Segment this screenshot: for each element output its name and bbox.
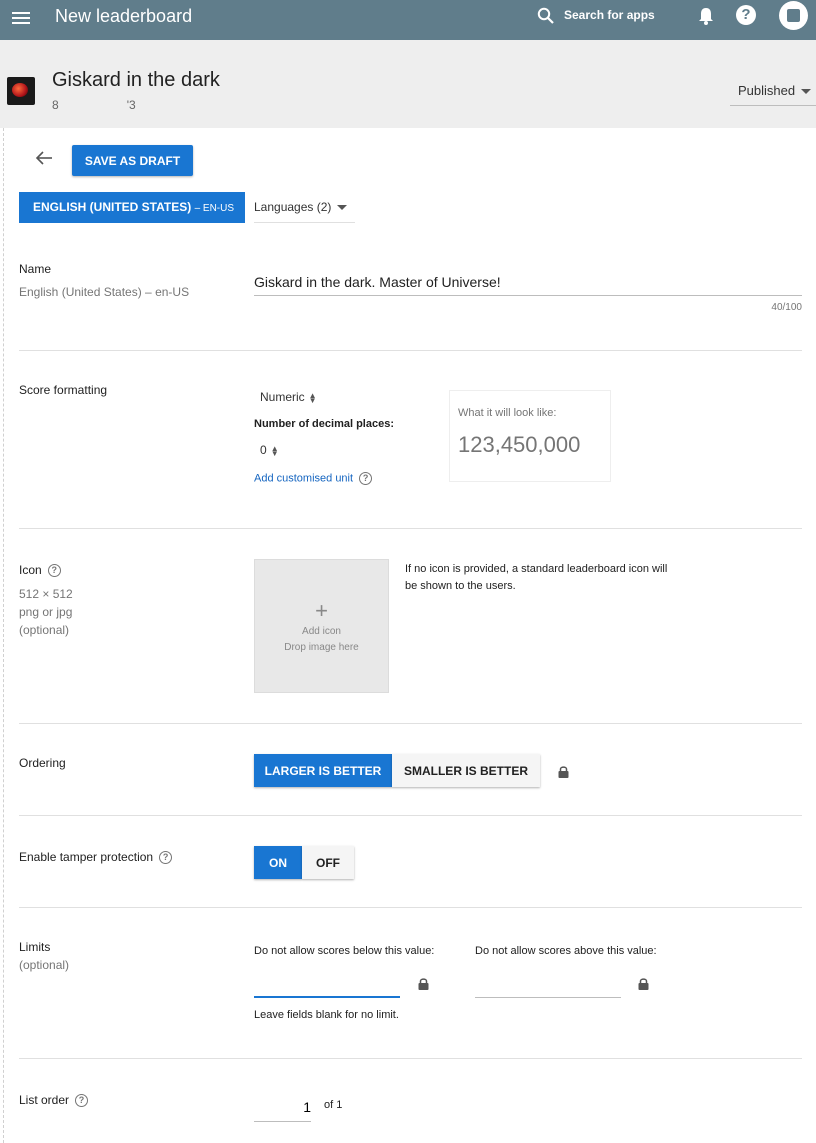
publish-status-dropdown[interactable]: Published	[730, 80, 816, 106]
add-unit-label: Add customised unit	[254, 472, 354, 485]
developer-account-icon	[787, 9, 800, 22]
list-order-input[interactable]	[254, 1092, 311, 1122]
score-format-select[interactable]: Numeric ▲ ▼	[260, 390, 317, 405]
icon-size-label: 512 × 512	[19, 587, 73, 601]
preview-label: What it will look like:	[458, 407, 557, 419]
section-divider	[19, 815, 802, 816]
limits-optional-label: (optional)	[19, 958, 70, 972]
decimal-places-select[interactable]: 0 ▲ ▼	[260, 443, 279, 458]
section-divider	[19, 1058, 802, 1059]
lock-icon	[558, 766, 569, 778]
icon-help-note: If no icon is provided, a standard leade…	[405, 563, 668, 592]
help-circle-icon[interactable]: ?	[359, 472, 373, 485]
help-circle-icon[interactable]: ?	[159, 851, 173, 865]
score-format-value: Numeric	[260, 390, 305, 404]
dropdown-caret-icon	[337, 205, 348, 211]
help-icon[interactable]: ?	[736, 5, 756, 25]
game-id: 8'3	[52, 98, 136, 112]
publish-status-label: Published	[738, 83, 796, 98]
max-score-label: Do not allow scores above this value:	[475, 945, 657, 957]
icon-dropzone[interactable]: + Add icon Drop image here	[254, 559, 389, 693]
icon-optional-label: (optional)	[19, 623, 70, 637]
larger-is-better-button[interactable]: LARGER IS BETTER	[254, 754, 392, 787]
updown-arrows-icon: ▲ ▼	[270, 443, 279, 458]
min-score-label: Do not allow scores below this value:	[254, 945, 435, 957]
section-divider	[19, 528, 802, 529]
score-preview-box: What it will look like: 123,450,000	[449, 390, 611, 482]
dropdown-caret-icon	[801, 89, 812, 95]
app-header: Giskard in the dark 8'3 Published	[0, 40, 816, 128]
search-icon[interactable]	[537, 7, 555, 25]
icon-label-text: Icon	[19, 563, 42, 577]
tamper-protection-label: Enable tamper protection?	[19, 850, 173, 865]
game-thumbnail	[7, 77, 35, 105]
drop-image-label: Drop image here	[284, 642, 359, 653]
add-icon-label: Add icon	[302, 626, 341, 637]
tamper-on-button[interactable]: ON	[254, 846, 302, 879]
lock-icon	[418, 978, 429, 990]
help-circle-icon[interactable]: ?	[75, 1094, 89, 1108]
help-circle-icon[interactable]: ?	[47, 564, 61, 578]
name-section-label: Name	[19, 262, 52, 276]
list-order-label: List order?	[19, 1093, 89, 1108]
section-divider	[19, 350, 802, 351]
updown-arrows-icon: ▲ ▼	[308, 390, 317, 405]
top-app-bar: New leaderboard Search for apps ?	[0, 0, 816, 40]
plus-icon: +	[315, 598, 328, 623]
notifications-bell-icon[interactable]	[697, 6, 715, 26]
languages-dropdown-label: Languages (2)	[254, 200, 332, 214]
tamper-off-button[interactable]: OFF	[302, 846, 354, 879]
list-order-label-text: List order	[19, 1093, 70, 1107]
tab-english-us[interactable]: ENGLISH (UNITED STATES) – EN-US	[19, 192, 245, 223]
icon-section-label: Icon?	[19, 563, 61, 578]
icon-format-label: png or jpg	[19, 605, 73, 619]
content-left-border	[3, 128, 4, 1143]
min-score-input[interactable]	[254, 974, 400, 998]
list-order-total: of 1	[324, 1099, 343, 1111]
limits-note: Leave fields blank for no limit.	[254, 1009, 399, 1021]
limits-label: Limits	[19, 940, 51, 954]
score-formatting-label: Score formatting	[19, 383, 108, 397]
hamburger-menu-icon[interactable]	[12, 9, 30, 25]
section-divider	[19, 907, 802, 908]
decimal-places-value: 0	[260, 443, 267, 457]
page-title: New leaderboard	[55, 6, 193, 26]
tamper-label-text: Enable tamper protection	[19, 850, 154, 864]
lock-icon	[638, 978, 649, 990]
back-arrow-icon[interactable]	[34, 150, 54, 166]
preview-value: 123,450,000	[458, 432, 581, 457]
search-apps-label[interactable]: Search for apps	[564, 8, 655, 22]
name-char-count: 40/100	[771, 302, 802, 313]
add-customised-unit-link[interactable]: Add customised unit?	[254, 472, 373, 485]
ordering-label: Ordering	[19, 756, 66, 770]
save-as-draft-button[interactable]: SAVE AS DRAFT	[72, 145, 193, 176]
tab-language-code: – EN-US	[194, 203, 235, 214]
tab-language-label: ENGLISH (UNITED STATES)	[33, 200, 192, 214]
section-divider	[19, 723, 802, 724]
languages-dropdown[interactable]: Languages (2)	[254, 192, 355, 223]
smaller-is-better-button[interactable]: SMALLER IS BETTER	[392, 754, 540, 787]
name-locale-label: English (United States) – en-US	[19, 285, 190, 299]
account-avatar[interactable]	[779, 1, 808, 30]
leaderboard-name-input[interactable]	[254, 268, 802, 296]
game-name: Giskard in the dark	[52, 69, 220, 91]
decimal-places-label: Number of decimal places:	[254, 418, 394, 430]
max-score-input[interactable]	[475, 974, 621, 998]
